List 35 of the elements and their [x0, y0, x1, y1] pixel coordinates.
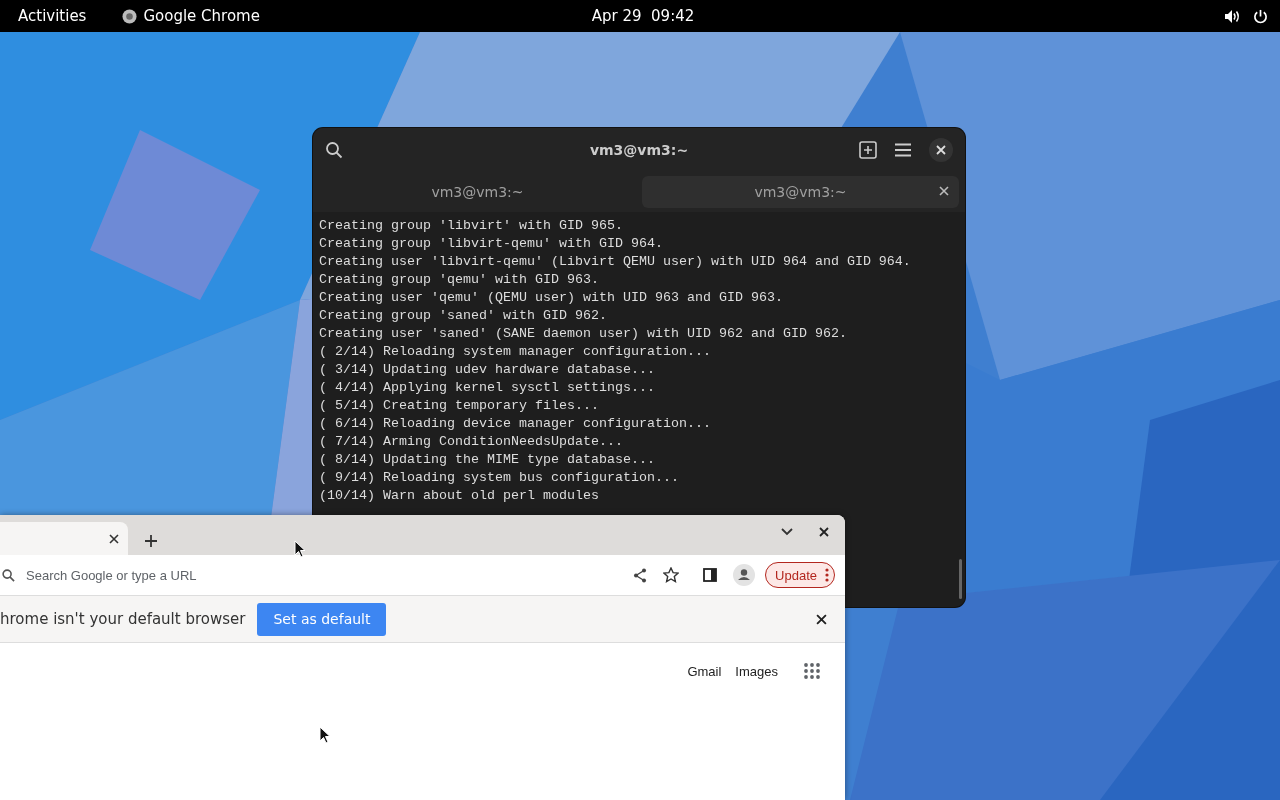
close-icon[interactable] [819, 527, 829, 537]
close-icon[interactable] [816, 613, 827, 625]
app-menu-button[interactable]: Google Chrome [143, 7, 260, 25]
cursor-icon [319, 726, 331, 744]
close-tab-icon[interactable] [109, 533, 119, 544]
side-panel-icon[interactable] [703, 568, 718, 582]
search-icon[interactable] [325, 141, 343, 159]
app-icon [122, 8, 138, 24]
volume-icon[interactable] [1224, 8, 1241, 24]
more-icon[interactable] [825, 568, 829, 582]
activities-button[interactable]: Activities [18, 7, 87, 25]
images-link[interactable]: Images [735, 663, 778, 679]
clock[interactable]: Apr 29 09:42 [591, 7, 695, 25]
apps-icon[interactable] [804, 663, 820, 679]
new-tab-icon[interactable] [145, 535, 157, 547]
share-icon[interactable] [633, 567, 648, 583]
chevron-down-icon[interactable] [781, 528, 793, 536]
gmail-link[interactable]: Gmail [687, 663, 722, 679]
star-icon[interactable] [663, 567, 680, 583]
default-browser-message: hrome isn't your default browser [0, 610, 246, 628]
terminal-output: Creating group 'libvirt' with GID 965. Creating group 'libvirt-qemu' with GID 964. Creating user 'libvirt-qemu' (Libvirt QEMU user) with UID 964 and GID 964. Creating group 'qemu' with GID 963. Creating user 'qemu' (QEMU user) with UID 963 and GID 963. Creating group 'saned' with GID 962. Creating user 'saned' (SANE daemon user) with UID 962 and GID 962. ( 2/14) Reloading system manager configuration... ( 3/14) Updating udev hardware database... ( 4/14) Applying kernel sysctl settings... ( 5/14) Creating temporary files... ( 6/14) Reloading device manager configuration... ( 7/14) Arming ConditionNeedsUpdate... ( 8/14) Updating the MIME type database... ( 9/14) Reloading system bus configuration... (10/14) Warn about old perl modules [318, 217, 912, 505]
close-icon [936, 145, 946, 155]
menu-icon[interactable] [895, 143, 911, 157]
terminal-tab[interactable]: vm3@vm3:~ [642, 176, 959, 208]
scrollbar-thumb [959, 559, 962, 599]
address-field[interactable]: Search Google or type a URL [24, 566, 634, 584]
terminal-tab[interactable]: vm3@vm3:~ [319, 176, 636, 208]
power-icon[interactable] [1253, 8, 1268, 24]
window-title: vm3@vm3:~ [589, 142, 689, 158]
profile-icon[interactable] [733, 564, 756, 586]
set-default-button[interactable]: Set as default [257, 602, 387, 636]
close-button[interactable] [929, 138, 953, 162]
close-tab-icon[interactable] [939, 186, 949, 196]
search-icon [2, 568, 15, 582]
update-button[interactable]: Update [765, 562, 835, 588]
